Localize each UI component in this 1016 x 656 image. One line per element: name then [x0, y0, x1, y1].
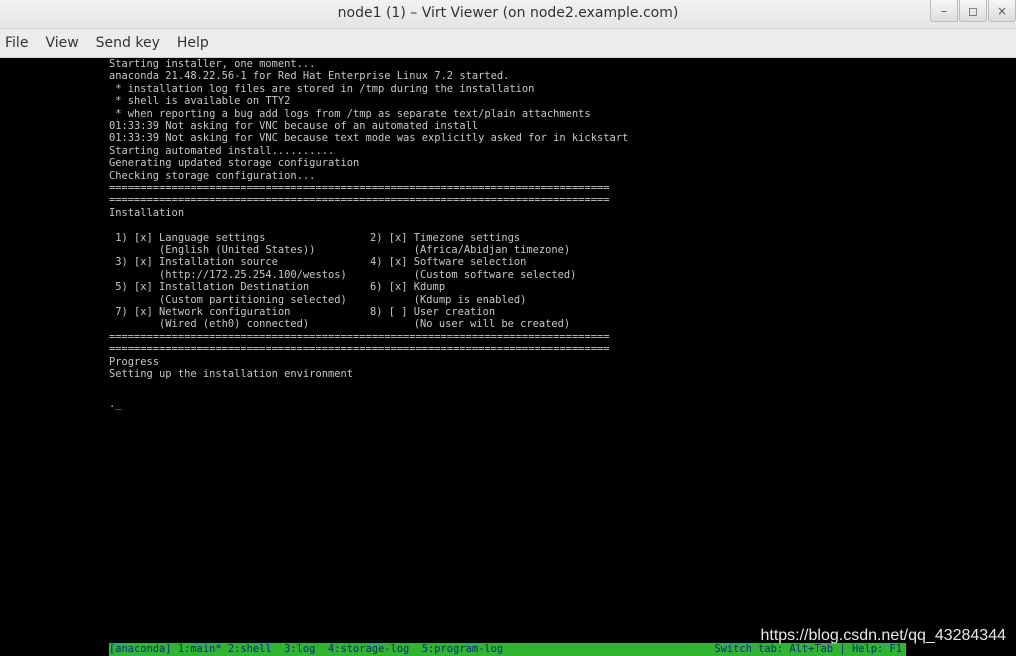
window-controls: – ◻ × [929, 0, 1016, 24]
watermark: https://blog.csdn.net/qq_43284344 [760, 627, 1006, 644]
spoke-kdump: 6) [x] Kdump [370, 281, 446, 294]
spoke-timezone-detail: (Africa/Abidjan timezone) [370, 244, 571, 256]
spoke-language: 1) [x] Language settings [109, 231, 266, 244]
console-line: Generating updated storage configuration [109, 157, 360, 170]
window-title: node1 (1) – Virt Viewer (on node2.exampl… [337, 5, 679, 21]
spoke-language-detail: (English (United States)) [109, 244, 316, 256]
console-line: 01:33:39 Not asking for VNC because text… [109, 132, 629, 145]
menu-help[interactable]: Help [174, 35, 217, 51]
spoke-destination: 5) [x] Installation Destination [109, 281, 310, 294]
spoke-user: 8) [ ] User creation [370, 306, 496, 318]
console-line: Starting automated install.......... [109, 144, 335, 157]
text-cursor: ._ [109, 398, 122, 411]
installation-heading: Installation [109, 206, 185, 219]
menu-bar: File View Send key Help [0, 29, 1016, 58]
console-line: anaconda 21.48.22.56-1 for Red Hat Enter… [109, 70, 510, 83]
spoke-destination-detail: (Custom partitioning selected) [109, 293, 347, 306]
console-line: * shell is available on TTY2 [109, 95, 291, 108]
spoke-software-detail: (Custom software selected) [370, 268, 577, 281]
console-line: * when reporting a bug add logs from /tm… [109, 107, 591, 120]
separator-line: ========================================… [109, 182, 610, 194]
console-line: 01:33:39 Not asking for VNC because of a… [109, 120, 479, 132]
menu-send-key[interactable]: Send key [93, 35, 168, 51]
spoke-software: 4) [x] Software selection [370, 256, 527, 269]
separator-line: ========================================… [109, 194, 610, 207]
spoke-source-detail: (http://172.25.254.100/westos) [109, 268, 347, 281]
spoke-kdump-detail: (Kdump is enabled) [370, 293, 527, 306]
console-line: Checking storage configuration... [109, 169, 316, 182]
menu-view[interactable]: View [42, 35, 86, 51]
window-titlebar[interactable]: node1 (1) – Virt Viewer (on node2.exampl… [0, 0, 1016, 29]
spoke-network: 7) [x] Network configuration [109, 306, 291, 318]
separator-line: ========================================… [109, 330, 610, 343]
console-line: * installation log files are stored in /… [109, 82, 535, 95]
guest-console[interactable]: Starting installer, one moment... anacon… [0, 58, 1016, 656]
tmux-window-list: [anaconda] 1:main* 2:shell 3:log 4:stora… [109, 643, 504, 655]
spoke-network-detail: (Wired (eth0) connected) [109, 318, 310, 331]
close-button[interactable]: × [988, 0, 1016, 22]
spoke-source: 3) [x] Installation source [109, 256, 278, 269]
menu-file[interactable]: File [0, 35, 36, 51]
minimize-button[interactable]: – [930, 0, 958, 22]
progress-status: Setting up the installation environment [109, 368, 353, 380]
console-line: Starting installer, one moment... [109, 58, 316, 70]
separator-line: ========================================… [109, 343, 610, 356]
maximize-button[interactable]: ◻ [959, 0, 987, 22]
progress-heading: Progress [109, 355, 160, 368]
spoke-user-detail: (No user will be created) [370, 318, 571, 331]
spoke-timezone: 2) [x] Timezone settings [370, 231, 521, 244]
